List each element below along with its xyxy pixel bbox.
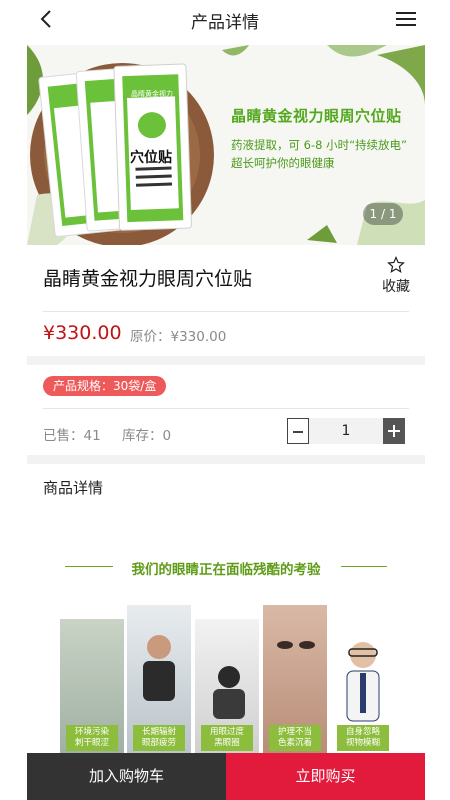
favorite-label: 收藏 xyxy=(382,279,410,295)
photo-caption: 环境污染 刺干眼涩 xyxy=(66,725,118,751)
photo-radiation: 长期辐射 眼部疲劳 xyxy=(127,605,191,755)
sold-count: 已售：41 xyxy=(43,428,101,444)
quantity-stepper: 1 xyxy=(287,418,405,444)
divider xyxy=(43,408,409,409)
photo-pigment: 护理不当 色素沉着 xyxy=(263,605,327,755)
product-price: ¥330.00 xyxy=(43,322,122,344)
stock-count: 库存：0 xyxy=(122,428,172,444)
add-to-cart-button[interactable]: 加入购物车 xyxy=(27,753,226,800)
quantity-input[interactable]: 1 xyxy=(309,418,383,444)
spec-badge[interactable]: 产品规格：30袋/盒 xyxy=(43,376,167,396)
buy-now-button[interactable]: 立即购买 xyxy=(226,753,425,800)
product-image-carousel[interactable]: 晶睛黄金视力 穴位贴 晶睛黄金视力眼周穴位贴 药液提取，可 6-8 小时“持续放… xyxy=(27,45,425,245)
photo-caption: 长期辐射 眼部疲劳 xyxy=(133,725,185,751)
star-outline-icon xyxy=(387,256,405,273)
section-gap xyxy=(27,455,425,464)
detail-section-title: 商品详情 xyxy=(43,479,104,497)
detail-image-headline: 我们的眼睛正在面临残酷的考验 xyxy=(131,562,321,578)
packet-label-text: 穴位贴 xyxy=(130,150,172,166)
section-gap xyxy=(27,356,425,365)
page-title: 产品详情 xyxy=(191,13,259,33)
hamburger-menu-icon[interactable] xyxy=(396,12,416,28)
banner-subtext-2: 超长呵护你的眼健康 xyxy=(231,156,335,170)
photo-blurred-vision: 自身忽略 视物模糊 xyxy=(331,619,395,755)
photo-caption: 用眼过度 黑眼圈 xyxy=(201,725,253,751)
bottom-action-bar: 加入购物车 立即购买 xyxy=(27,753,425,800)
minus-icon[interactable] xyxy=(287,418,309,444)
detail-image: 我们的眼睛正在面临残酷的考验 环境污染 刺干眼涩 长期辐射 眼部疲劳 用眼过度 黑眼圈… xyxy=(27,540,425,755)
plus-icon[interactable] xyxy=(383,418,405,444)
headline-rule-right xyxy=(341,566,387,567)
carousel-counter: 1 / 1 xyxy=(363,203,403,225)
photo-caption: 自身忽略 视物模糊 xyxy=(337,725,389,751)
divider xyxy=(43,311,409,312)
photo-caption: 护理不当 色素沉着 xyxy=(269,725,321,751)
banner-headline: 晶睛黄金视力眼周穴位贴 xyxy=(231,107,402,125)
photo-eyestrain: 用眼过度 黑眼圈 xyxy=(195,619,259,755)
favorite-button[interactable]: 收藏 xyxy=(378,256,414,296)
product-name: 晶睛黄金视力眼周穴位贴 xyxy=(43,268,253,290)
original-price: 原价：¥330.00 xyxy=(130,329,227,345)
top-navigation-bar: 产品详情 xyxy=(0,0,450,38)
banner-subtext-1: 药液提取，可 6-8 小时“持续放电” xyxy=(231,138,408,152)
photo-pollution: 环境污染 刺干眼涩 xyxy=(60,619,124,755)
packet-brand-text: 晶睛黄金视力 xyxy=(131,90,173,98)
